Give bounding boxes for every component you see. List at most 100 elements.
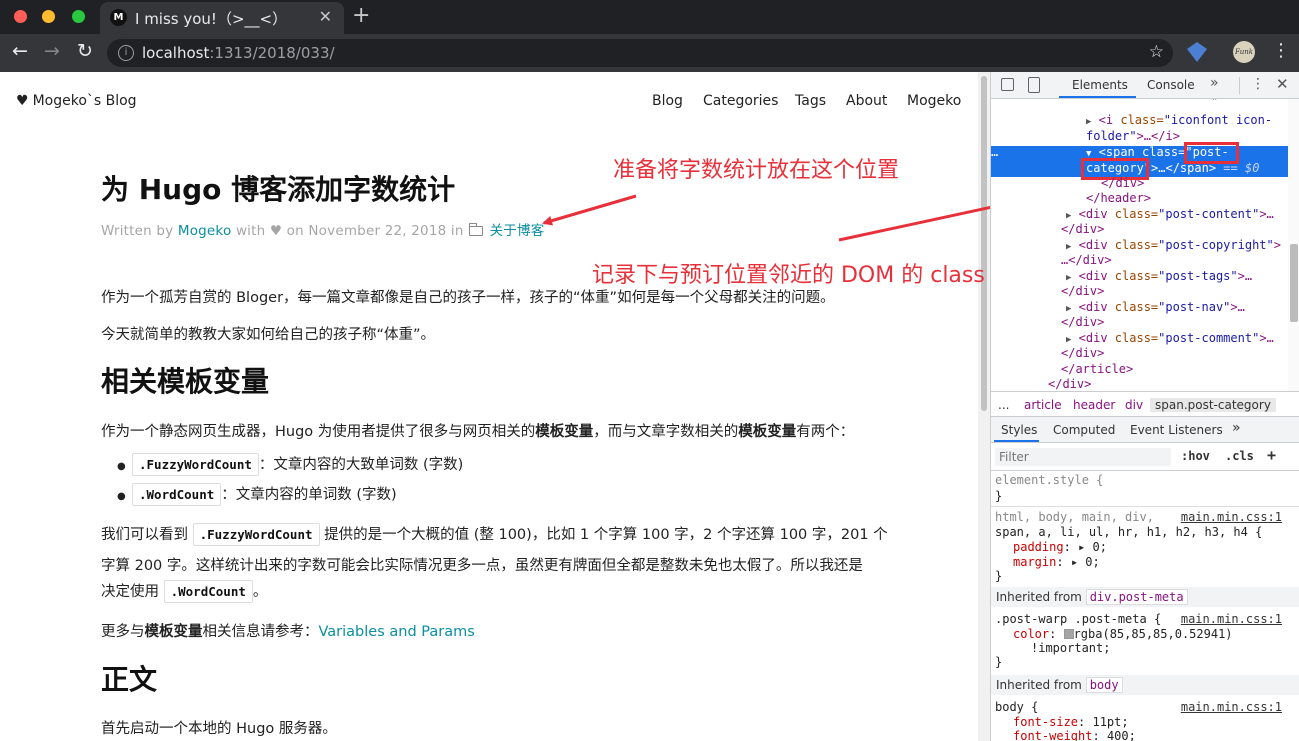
rule-declaration[interactable]: color: rgba(85,85,85,0.52941) [1013, 627, 1233, 641]
nav-link-categories[interactable]: Categories [703, 93, 778, 109]
extension-gem-icon[interactable] [1187, 42, 1207, 62]
bookmark-star-icon[interactable]: ☆ [1149, 42, 1164, 62]
dom-line[interactable]: </div> [1048, 377, 1091, 391]
section-heading-vars: 相关模板变量 [101, 365, 270, 398]
page-scrollbar[interactable] [978, 72, 990, 741]
new-tab-icon[interactable]: + [352, 3, 370, 28]
new-rule-button[interactable]: + [1267, 446, 1276, 464]
variables-link[interactable]: Variables and Params [319, 624, 475, 640]
dom-line-post-tags[interactable]: ▶ <div class="post-tags">… [1066, 269, 1252, 285]
inherited-header: Inherited from div.post-meta [991, 587, 1299, 607]
tab-bar: M I miss you!（>__<） ✕ + [0, 0, 1299, 34]
dom-line[interactable]: </div> [1061, 284, 1104, 300]
rule-selector[interactable]: body { [995, 700, 1038, 714]
color-swatch[interactable] [1063, 629, 1074, 639]
rule-important: !important; [1031, 641, 1111, 655]
more-panes-icon[interactable]: » [1232, 420, 1241, 436]
breadcrumb-header[interactable]: header [1073, 398, 1115, 412]
more-tabs-icon[interactable]: » [1210, 75, 1219, 91]
source-link[interactable]: main.min.css:1 [1181, 612, 1282, 626]
dom-line: " [1211, 99, 1219, 108]
styles-filter-row: :hov .cls + [991, 443, 1299, 471]
tab-styles[interactable]: Styles [1001, 423, 1037, 437]
tab-event-listeners[interactable]: Event Listeners [1130, 423, 1223, 437]
rule-selector[interactable]: html, body, main, div, [995, 510, 1154, 524]
back-arrow-icon[interactable]: ← [12, 40, 28, 62]
dom-line[interactable]: </article> [1061, 362, 1133, 378]
active-tab-indicator [994, 440, 1039, 442]
nav-link-about[interactable]: About [846, 93, 887, 109]
rule-selector[interactable]: span, a, li, ul, hr, h1, h2, h3, h4 { [995, 525, 1262, 539]
page-scrollbar-thumb[interactable] [981, 76, 987, 411]
dom-line[interactable]: </header> [1086, 191, 1151, 207]
reload-icon[interactable]: ↻ [77, 40, 93, 62]
rule-declaration[interactable]: margin: ▸ 0; [1013, 555, 1100, 569]
tab-console[interactable]: Console [1147, 78, 1195, 92]
highlight-box [1184, 142, 1239, 164]
nav-link-mogeko[interactable]: Mogeko [907, 93, 961, 109]
dom-line-post-content[interactable]: ▶ <div class="post-content">… [1066, 207, 1274, 223]
breadcrumb-more[interactable]: ... [998, 398, 1009, 412]
rule-selector[interactable]: .post-warp .post-meta { [995, 612, 1161, 626]
dom-line[interactable]: </div> [1061, 346, 1104, 362]
tab-elements[interactable]: Elements [1072, 78, 1128, 92]
url-text[interactable]: localhost:1313/2018/033/ [142, 44, 335, 62]
close-window-button[interactable] [14, 10, 27, 23]
inspect-element-icon[interactable] [1001, 78, 1014, 91]
breadcrumb-div[interactable]: div [1125, 398, 1143, 412]
category-link[interactable]: 关于博客 [490, 223, 545, 239]
styles-rules: element.style { } html, body, main, div,… [991, 471, 1299, 741]
dom-line-post-copyright[interactable]: ▶ <div class="post-copyright"> [1066, 238, 1281, 254]
class-toggle-button[interactable]: .cls [1225, 449, 1254, 463]
nav-link-tags[interactable]: Tags [795, 93, 826, 109]
close-devtools-icon[interactable]: ✕ [1276, 75, 1289, 93]
site-brand[interactable]: ♥ Mogeko`s Blog [16, 93, 137, 109]
dom-line[interactable]: </div> [1061, 222, 1104, 238]
info-icon[interactable]: i [118, 45, 134, 61]
breadcrumb-span-post-category[interactable]: span.post-category [1150, 398, 1276, 412]
browser-tab[interactable]: M I miss you!（>__<） ✕ [100, 2, 344, 34]
address-bar[interactable]: i localhost:1313/2018/033/ ☆ [107, 39, 1173, 67]
heart-icon: ♥ [16, 93, 29, 109]
rule-declaration[interactable]: padding: ▸ 0; [1013, 540, 1107, 554]
dom-line[interactable]: </div> [1101, 176, 1144, 192]
inherited-element-link[interactable]: body [1085, 677, 1123, 693]
site-favicon-icon: M [110, 9, 127, 26]
nav-link-blog[interactable]: Blog [652, 93, 683, 109]
divider [1239, 77, 1240, 94]
list-item: .WordCount ：文章内容的单词数 (字数) [132, 483, 397, 506]
browser-menu-icon[interactable]: ⋮ [1272, 40, 1290, 61]
breadcrumb-article[interactable]: article [1024, 398, 1062, 412]
devtools-tabbar: Elements Console » ⋮ ✕ [991, 72, 1299, 99]
dom-line-icon[interactable]: ▶ <i class="iconfont icon- [1086, 113, 1272, 129]
element-style-selector[interactable]: element.style { [995, 473, 1103, 487]
paragraph-fuzzy-line-2: 字算 200 字。这样统计出来的字数可能会比实际情况更多一点，虽然更有牌面但全都… [101, 558, 863, 574]
rule-declaration[interactable]: font-weight: 400; [1013, 729, 1136, 741]
close-tab-icon[interactable]: ✕ [319, 7, 332, 26]
styles-filter-input[interactable] [995, 448, 1171, 466]
dom-line-post-nav[interactable]: ▶ <div class="post-nav">… [1066, 300, 1245, 316]
source-link[interactable]: main.min.css:1 [1181, 700, 1282, 714]
dom-scrollbar[interactable] [1288, 99, 1299, 391]
device-toolbar-icon[interactable] [1028, 77, 1040, 93]
dom-line[interactable]: </div> [1061, 315, 1104, 331]
rule-declaration[interactable]: font-size: 11pt; [1013, 715, 1129, 729]
post-title: 为 Hugo 博客添加字数统计 [101, 173, 456, 206]
divider [991, 506, 1299, 507]
devtools-menu-icon[interactable]: ⋮ [1251, 76, 1265, 92]
hover-state-button[interactable]: :hov [1181, 449, 1210, 463]
inherited-element-link[interactable]: div.post-meta [1085, 589, 1188, 605]
dom-line-selected[interactable]: … [991, 145, 998, 161]
maximize-window-button[interactable] [72, 10, 85, 23]
profile-avatar[interactable]: Funk [1233, 41, 1255, 63]
forward-arrow-icon[interactable]: → [44, 40, 60, 62]
dom-line[interactable]: …</div> [1061, 253, 1112, 269]
dom-scrollbar-thumb[interactable] [1290, 244, 1298, 322]
minimize-window-button[interactable] [42, 10, 55, 23]
dom-line-post-comment[interactable]: ▶ <div class="post-comment">… [1066, 331, 1274, 347]
active-tab-indicator [1059, 96, 1136, 98]
styles-tabbar: Styles Computed Event Listeners » [991, 417, 1299, 443]
tab-computed[interactable]: Computed [1053, 423, 1115, 437]
source-link[interactable]: main.min.css:1 [1181, 510, 1282, 524]
author-link[interactable]: Mogeko [178, 223, 232, 239]
